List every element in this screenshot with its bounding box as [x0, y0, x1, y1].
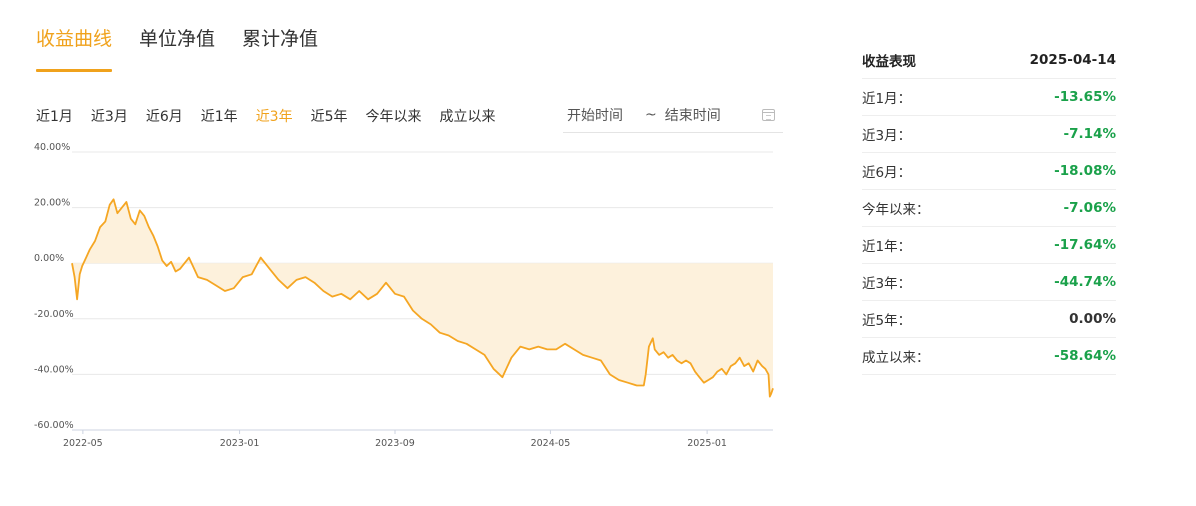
performance-value: -18.08%: [1054, 163, 1116, 179]
range-6-months[interactable]: 近6月: [146, 106, 183, 126]
y-tick-label: -40.00%: [34, 364, 74, 375]
tab-return-curve[interactable]: 收益曲线: [36, 24, 113, 74]
performance-label: 近3年：: [862, 276, 912, 292]
performance-value: -44.74%: [1054, 274, 1116, 290]
range-filter-bar: 近1月 近3月 近6月 近1年 近3年 近5年 今年以来 成立以来: [36, 106, 514, 126]
performance-row: 成立以来： -58.64%: [862, 338, 1116, 375]
y-tick-label: 0.00%: [34, 253, 64, 264]
performance-label: 近5年：: [862, 313, 912, 329]
performance-row: 近5年： 0.00%: [862, 301, 1116, 338]
performance-row: 近3年： -44.74%: [862, 264, 1116, 301]
main-tabs: 收益曲线 单位净值 累计净值: [36, 24, 345, 74]
range-5-years[interactable]: 近5年: [311, 106, 348, 126]
end-date-input[interactable]: 结束时间: [665, 105, 721, 125]
performance-label: 成立以来：: [862, 350, 930, 366]
performance-value: -17.64%: [1054, 237, 1116, 253]
x-tick-label: 2023-09: [375, 438, 415, 449]
performance-row: 近3月： -7.14%: [862, 116, 1116, 153]
range-since-inception[interactable]: 成立以来: [440, 106, 496, 126]
performance-value: 0.00%: [1069, 311, 1116, 327]
performance-title: 收益表现: [862, 54, 916, 70]
performance-header: 收益表现 2025-04-14: [862, 42, 1116, 79]
y-tick-label: 40.00%: [34, 142, 70, 153]
return-curve-chart: 40.00% 20.00% 0.00% -20.00% -40.00% -60.00% 20…: [34, 142, 774, 449]
y-tick-label: -20.00%: [34, 309, 74, 320]
performance-label: 近1年：: [862, 239, 912, 255]
return-area-fill: [72, 199, 773, 397]
date-separator: ~: [645, 107, 657, 123]
performance-table: 收益表现 2025-04-14 近1月： -13.65% 近3月： -7.14%…: [862, 42, 1116, 375]
performance-row: 今年以来： -7.06%: [862, 190, 1116, 227]
y-tick-label: 20.00%: [34, 198, 70, 209]
x-tick-label: 2022-05: [63, 438, 103, 449]
performance-label: 近1月：: [862, 91, 912, 107]
performance-row: 近6月： -18.08%: [862, 153, 1116, 190]
range-year-to-date[interactable]: 今年以来: [366, 106, 422, 126]
x-tick-label: 2023-01: [220, 438, 260, 449]
range-3-years[interactable]: 近3年: [256, 106, 293, 126]
tab-cumulative-nav[interactable]: 累计净值: [242, 24, 318, 74]
performance-value: -7.06%: [1063, 200, 1116, 216]
range-1-month[interactable]: 近1月: [36, 106, 73, 126]
performance-value: -58.64%: [1054, 348, 1116, 364]
performance-label: 近6月：: [862, 165, 912, 181]
x-tick-label: 2024-05: [531, 438, 571, 449]
start-date-input[interactable]: 开始时间: [567, 105, 623, 125]
y-tick-label: -60.00%: [34, 420, 74, 431]
x-tick-label: 2025-01: [687, 438, 727, 449]
performance-label: 今年以来：: [862, 202, 930, 218]
performance-row: 近1年： -17.64%: [862, 227, 1116, 264]
performance-label: 近3月：: [862, 128, 912, 144]
date-range-picker[interactable]: 开始时间 ~ 结束时间: [563, 98, 783, 133]
performance-value: -13.65%: [1054, 89, 1116, 105]
range-1-year[interactable]: 近1年: [201, 106, 238, 126]
calendar-icon[interactable]: [762, 109, 775, 121]
performance-date: 2025-04-14: [1029, 52, 1116, 68]
tab-unit-nav[interactable]: 单位净值: [139, 24, 215, 74]
performance-row: 近1月： -13.65%: [862, 79, 1116, 116]
range-3-months[interactable]: 近3月: [91, 106, 128, 126]
performance-value: -7.14%: [1063, 126, 1116, 142]
